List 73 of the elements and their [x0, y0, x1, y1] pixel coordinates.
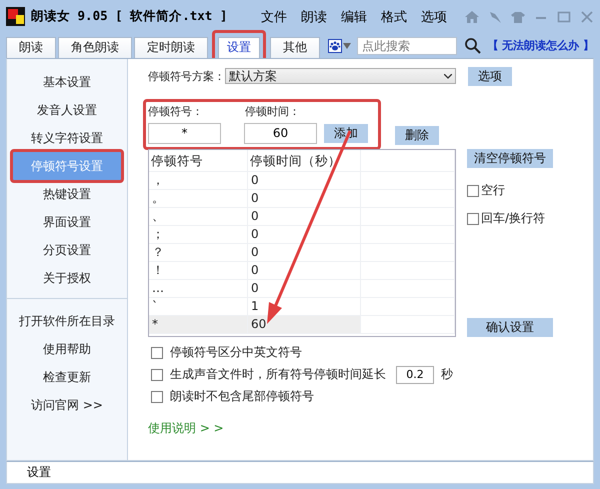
sidebar-item[interactable]: 基本设置	[13, 68, 121, 96]
checkbox-label: 朗读时不包含尾部停顿符号	[170, 388, 314, 406]
tab[interactable]: 设置	[218, 36, 260, 58]
paw-icon[interactable]	[328, 38, 342, 53]
status-text: 设置	[27, 464, 51, 482]
table-cell: 0	[248, 208, 361, 225]
delete-button[interactable]: 删除	[395, 126, 439, 145]
column-header: 停顿时间（秒）	[248, 150, 361, 171]
sidebar-item[interactable]: 热键设置	[13, 180, 121, 208]
table-cell: 0	[248, 190, 361, 207]
sidebar-item[interactable]: 界面设置	[13, 208, 121, 236]
table-cell: ；	[149, 226, 248, 243]
table-cell: 0	[248, 172, 361, 189]
sidebar-link[interactable]: 打开软件所在目录	[13, 306, 121, 335]
help-link[interactable]: 【 无法朗读怎么办 】	[487, 38, 594, 54]
clear-button[interactable]: 清空停顿符号	[467, 148, 553, 168]
sidebar-item[interactable]: 关于授权	[13, 264, 121, 292]
tab[interactable]: 角色朗读	[58, 36, 132, 58]
field-label: 停顿符号：	[148, 104, 204, 119]
checkbox[interactable]	[151, 368, 163, 381]
dropdown-value: 默认方案	[229, 68, 277, 85]
sidebar-item[interactable]: 发音人设置	[13, 96, 121, 124]
checkbox[interactable]	[151, 390, 163, 403]
menu-item[interactable]: 编辑	[341, 8, 367, 26]
scheme-dropdown[interactable]: 默认方案	[225, 68, 456, 84]
table-cell: 0	[248, 280, 361, 297]
checkbox-label: 空行	[481, 182, 505, 200]
tab[interactable]: 定时朗读	[134, 36, 208, 58]
sidebar-link[interactable]: 访问官网 >>	[13, 390, 121, 419]
table-cell: 60	[248, 316, 361, 333]
table-cell: `	[149, 298, 248, 315]
app-logo-icon	[6, 7, 25, 26]
scheme-label: 停顿符号方案：	[148, 68, 225, 84]
window-title: 朗读女 9.05 [ 软件简介.txt ]	[31, 8, 228, 26]
menu-item[interactable]: 文件	[261, 8, 287, 26]
table-cell: ？	[149, 244, 248, 261]
chevron-down-icon	[444, 74, 452, 79]
menu-item[interactable]: 选项	[421, 8, 447, 26]
dropdown-caret-icon[interactable]	[343, 42, 351, 49]
tab[interactable]: 朗读	[6, 36, 56, 58]
sidebar-link[interactable]: 检查更新	[13, 362, 121, 391]
checkbox[interactable]	[467, 212, 479, 225]
time-field[interactable]: 60	[244, 122, 317, 144]
selected-row[interactable]: * 60	[149, 316, 455, 334]
usage-link[interactable]: 使用说明 > >	[148, 420, 593, 437]
field-label: 停顿时间：	[245, 104, 301, 119]
menu-item[interactable]: 格式	[381, 8, 407, 26]
table-cell: …	[149, 280, 248, 297]
menu-item[interactable]: 朗读	[301, 8, 327, 26]
checkbox[interactable]	[467, 184, 479, 197]
sidebar-item[interactable]: 分页设置	[13, 236, 121, 264]
table-cell: ！	[149, 262, 248, 279]
table-cell: 0	[248, 244, 361, 261]
table-cell: 。	[149, 190, 248, 207]
table-cell: 、	[149, 208, 248, 225]
column-header: 停顿符号	[149, 150, 248, 171]
table-cell: ，	[149, 172, 248, 189]
symbol-field[interactable]: *	[148, 122, 221, 144]
sidebar-item[interactable]: 转义字符设置	[13, 124, 121, 152]
tab[interactable]: 其他	[270, 36, 320, 58]
unit-label: 秒	[441, 366, 453, 384]
search-field[interactable]: 点此搜索	[357, 36, 457, 55]
seconds-field[interactable]: 0.2	[396, 366, 434, 384]
checkbox-label: 停顿符号区分中英文符号	[170, 344, 302, 362]
table-cell: 0	[248, 262, 361, 279]
sidebar-link[interactable]: 使用帮助	[13, 334, 121, 363]
checkbox-label: 生成声音文件时，所有符号停顿时间延长	[170, 366, 386, 384]
table-cell: *	[149, 316, 248, 333]
confirm-button[interactable]: 确认设置	[467, 318, 553, 337]
checkbox-label: 回车/换行符	[481, 210, 546, 228]
checkbox[interactable]	[151, 346, 163, 359]
options-button[interactable]: 选项	[468, 66, 512, 86]
table-cell: 0	[248, 226, 361, 243]
